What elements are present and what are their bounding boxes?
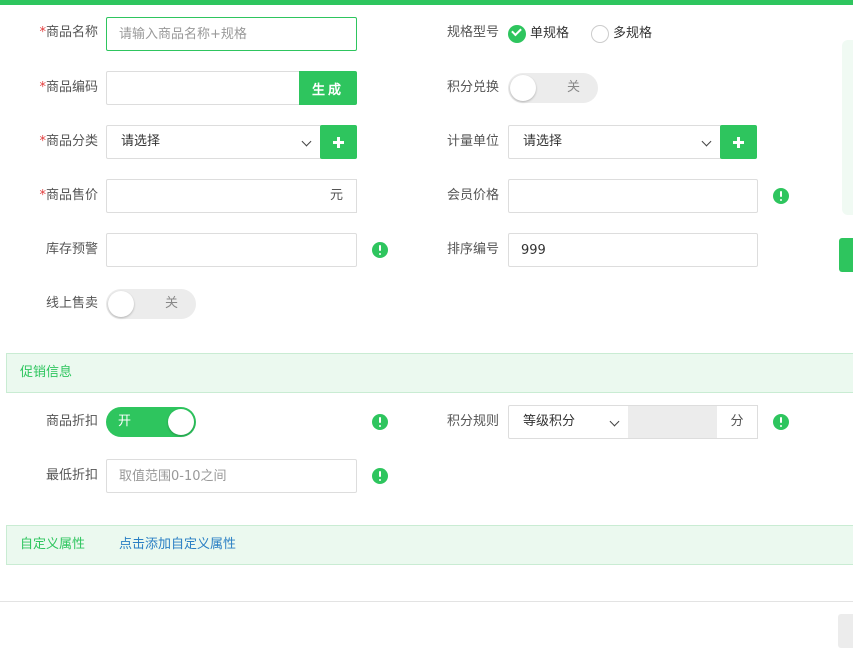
- add-measure-unit-plus-icon[interactable]: [720, 125, 757, 159]
- category-select[interactable]: 请选择: [106, 125, 321, 159]
- points-unit: 分: [717, 405, 758, 439]
- stock-alert-input[interactable]: [106, 233, 357, 267]
- price-input[interactable]: [106, 179, 318, 213]
- radio-multi-spec[interactable]: [591, 25, 609, 43]
- multi-spec-label: 多规格: [613, 26, 653, 41]
- label-sort-number: 排序编号: [446, 242, 499, 257]
- info-icon[interactable]: [372, 242, 388, 258]
- member-price-input[interactable]: [508, 179, 758, 213]
- sort-number-input[interactable]: [508, 233, 758, 267]
- side-panel-edge: [842, 40, 853, 215]
- product-code-input[interactable]: [106, 71, 300, 105]
- label-member-price: 会员价格: [446, 188, 499, 203]
- generate-code-button[interactable]: 生成: [299, 71, 357, 105]
- chevron-down-icon: [701, 136, 712, 147]
- label-discount: 商品折扣: [45, 414, 98, 429]
- side-action-button[interactable]: [839, 238, 853, 272]
- label-points-exchange: 积分兑换: [446, 80, 499, 95]
- info-icon[interactable]: [773, 414, 789, 430]
- radio-single-spec[interactable]: [508, 25, 526, 43]
- toggle-knob: [510, 75, 536, 101]
- custom-attr-section-header: 自定义属性 点击添加自定义属性: [6, 525, 853, 565]
- measure-unit-select[interactable]: 请选择: [508, 125, 721, 159]
- label-min-discount: 最低折扣: [45, 468, 98, 483]
- min-discount-input[interactable]: [106, 459, 357, 493]
- discount-toggle[interactable]: 开: [106, 407, 196, 437]
- label-product-name: *商品名称: [39, 25, 98, 40]
- top-accent-bar: [0, 0, 853, 5]
- footer-divider: [0, 601, 853, 602]
- chevron-down-icon: [301, 136, 312, 147]
- product-name-input[interactable]: [106, 17, 357, 51]
- online-sale-toggle[interactable]: 关: [106, 289, 196, 319]
- price-unit: 元: [317, 179, 357, 213]
- label-product-price: *商品售价: [39, 188, 98, 203]
- points-value-field[interactable]: [628, 405, 718, 439]
- add-category-plus-icon[interactable]: [320, 125, 357, 159]
- single-spec-label: 单规格: [530, 26, 570, 41]
- label-stock-alert: 库存预警: [45, 242, 98, 257]
- label-points-rule: 积分规则: [446, 414, 499, 429]
- label-online-sale: 线上售卖: [45, 296, 98, 311]
- add-custom-attr-link[interactable]: 点击添加自定义属性: [119, 526, 236, 564]
- points-rule-select[interactable]: 等级积分: [508, 405, 629, 439]
- promo-section-header: 促销信息: [6, 353, 853, 393]
- info-icon[interactable]: [372, 468, 388, 484]
- toggle-knob: [108, 291, 134, 317]
- label-spec: 规格型号: [446, 25, 499, 40]
- info-icon[interactable]: [773, 188, 789, 204]
- chevron-down-icon: [609, 416, 620, 427]
- points-exchange-toggle[interactable]: 关: [508, 73, 598, 103]
- info-icon[interactable]: [372, 414, 388, 430]
- footer-button-edge[interactable]: [838, 614, 853, 648]
- toggle-knob: [168, 409, 194, 435]
- label-product-code: *商品编码: [39, 80, 98, 95]
- label-product-category: *商品分类: [39, 134, 98, 149]
- label-measure-unit: 计量单位: [446, 134, 499, 149]
